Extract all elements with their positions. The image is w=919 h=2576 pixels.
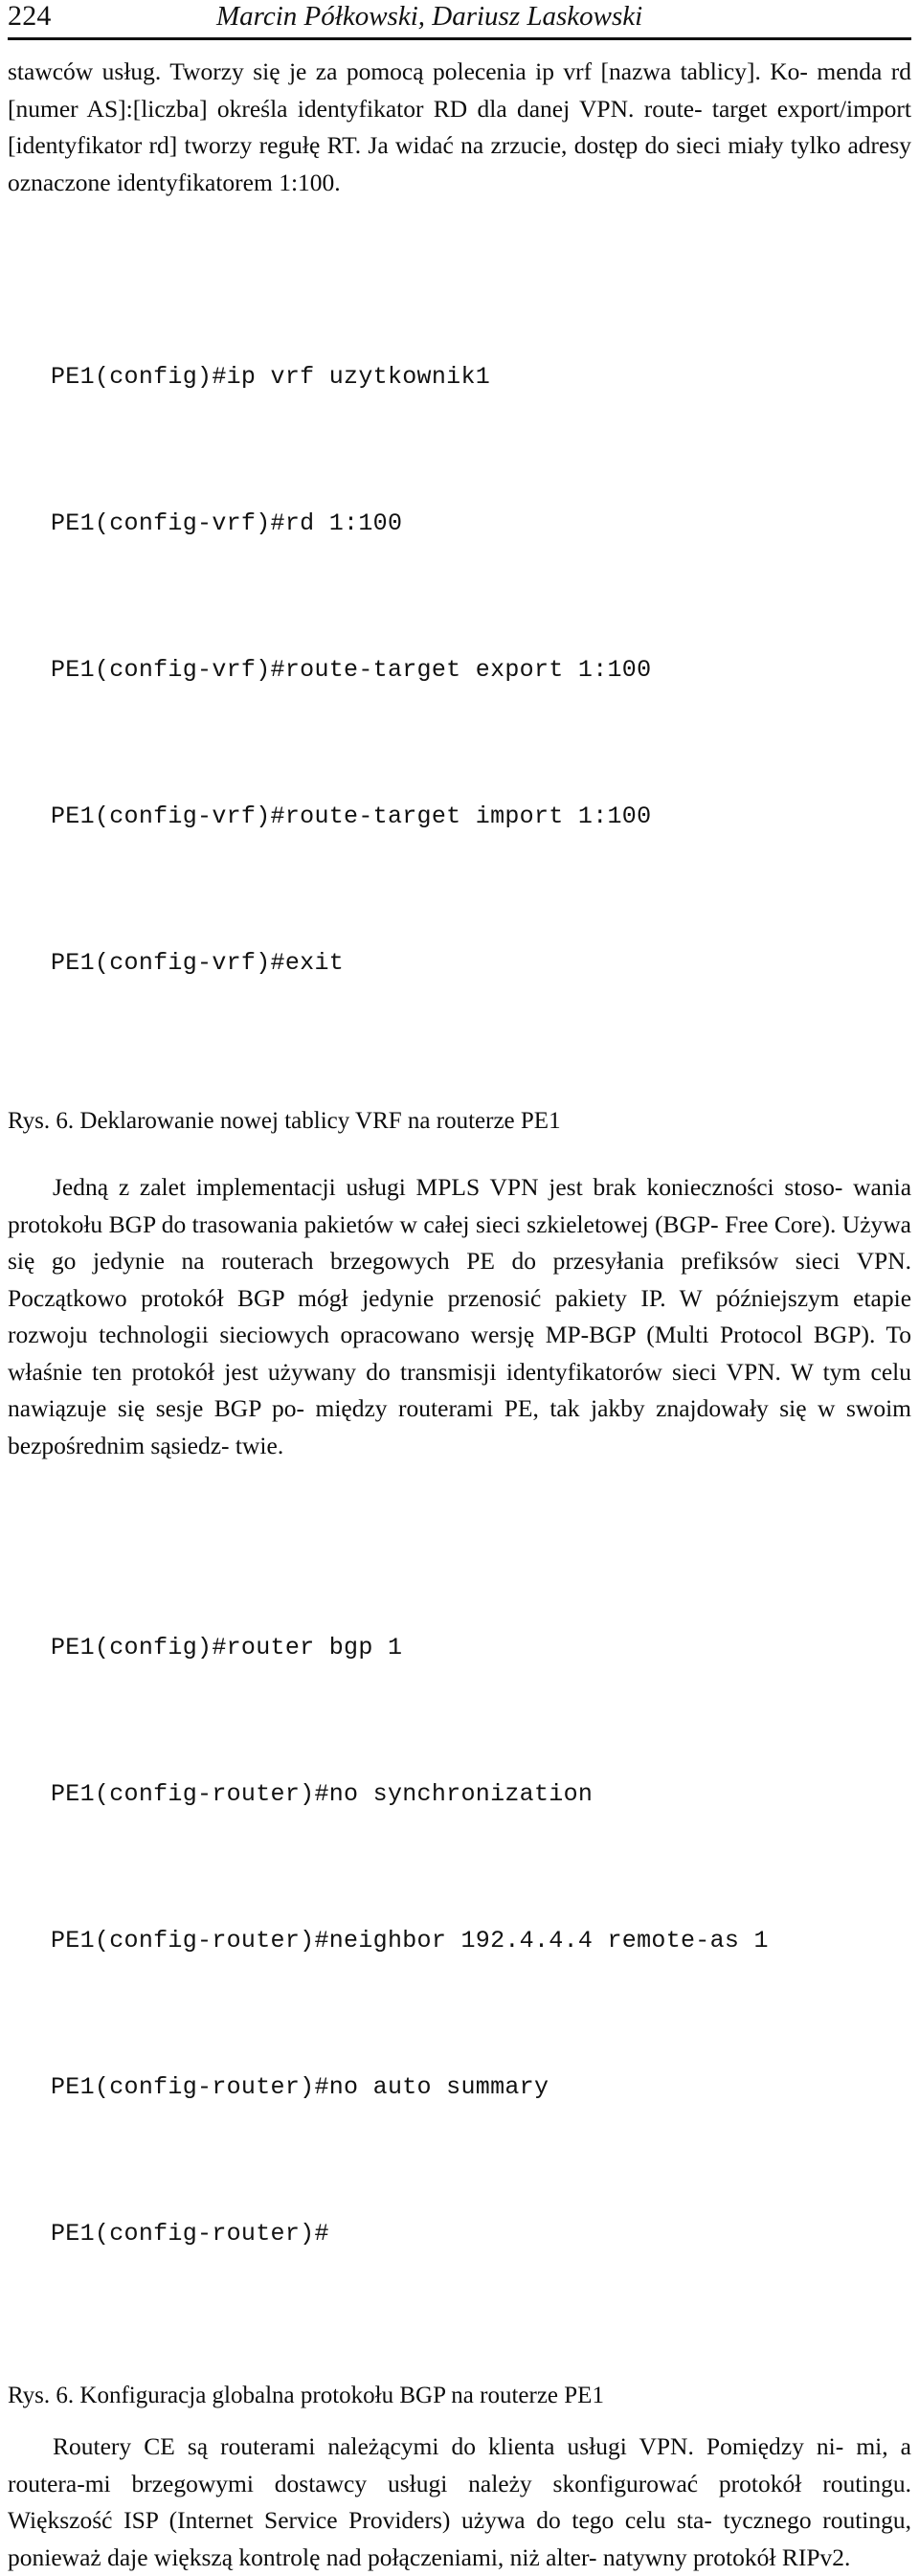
code-line: PE1(config-vrf)#route-target import 1:10… (51, 802, 652, 830)
paragraph-line: twie. (235, 1431, 284, 1459)
paragraph-mpls-vpn: Jedną z zalet implementacji usługi MPLS … (8, 1169, 911, 1464)
paragraph-ce-routers: Routery CE są routerami należącymi do kl… (8, 2429, 911, 2576)
figure-caption-bgp: Rys. 6. Konfiguracja globalna protokołu … (8, 2383, 604, 2408)
header-authors: Marcin Półkowski, Dariusz Laskowski (216, 1, 643, 32)
paragraph-line: stawców usług. Tworzy się je za pomocą p… (8, 57, 808, 85)
code-line: PE1(config-vrf)#exit (51, 949, 345, 977)
code-line: PE1(config-vrf)#route-target export 1:10… (51, 656, 652, 684)
code-line: PE1(config-router)#no synchronization (51, 1780, 594, 1808)
paragraph-line: Jedną z zalet implementacji usługi MPLS … (53, 1173, 843, 1201)
code-line: PE1(config-router)#neighbor 192.4.4.4 re… (51, 1927, 769, 1955)
paragraph-line: natywny protokół RIPv2. (602, 2542, 851, 2571)
running-header: 224 Marcin Półkowski, Dariusz Laskowski (8, 0, 911, 36)
paragraph-line: Routery CE są routerami należącymi do kl… (53, 2432, 844, 2460)
code-line: PE1(config)#router bgp 1 (51, 1634, 403, 1661)
code-line: PE1(config-router)#no auto summary (51, 2073, 549, 2101)
figure-caption-vrf: Rys. 6. Deklarowanie nowej tablicy VRF n… (8, 1108, 561, 1134)
code-block-vrf-config: PE1(config)#ip vrf uzytkownik1 PE1(confi… (8, 255, 911, 1085)
paragraph-continued: stawców usług. Tworzy się je za pomocą p… (8, 54, 911, 201)
code-line: PE1(config-vrf)#rd 1:100 (51, 509, 403, 537)
code-block-bgp-config: PE1(config)#router bgp 1 PE1(config-rout… (8, 1525, 911, 2356)
code-line: PE1(config)#ip vrf uzytkownik1 (51, 363, 491, 391)
code-line: PE1(config-router)# (51, 2220, 329, 2248)
document-page: 224 Marcin Półkowski, Dariusz Laskowski … (0, 0, 919, 2571)
page-number: 224 (8, 0, 52, 32)
